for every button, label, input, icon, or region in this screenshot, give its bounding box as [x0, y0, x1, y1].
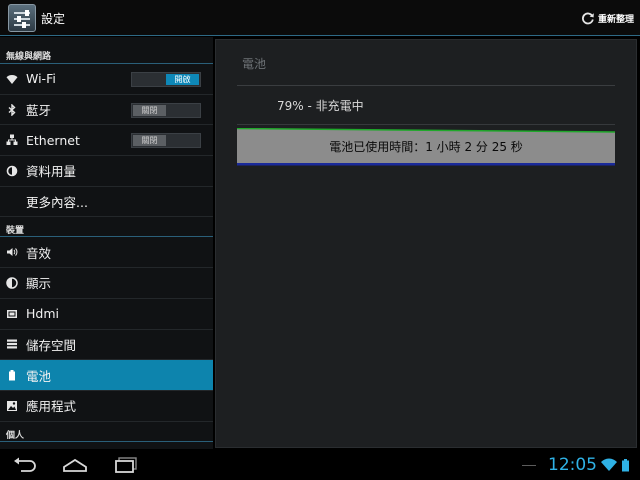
apps-icon: [6, 400, 18, 412]
settings-list[interactable]: 無線與網路 Wi-Fi 開啟 藍牙 關閉 Ethernet 關閉 資料用量 更多…: [0, 37, 213, 449]
sidebar-item-display[interactable]: 顯示: [0, 268, 213, 299]
action-bar: 設定 重新整理: [0, 0, 640, 36]
sidebar-item-storage[interactable]: 儲存空間: [0, 330, 213, 361]
sidebar-item-label: 應用程式: [26, 399, 77, 415]
ethernet-icon: [6, 134, 18, 146]
sidebar-item-data-usage[interactable]: 資料用量: [0, 156, 213, 187]
refresh-icon: [582, 12, 594, 25]
sidebar-item-more[interactable]: 更多內容...: [0, 187, 213, 218]
sidebar-item-bluetooth[interactable]: 藍牙 關閉: [0, 95, 213, 126]
wifi-signal-icon: [601, 458, 617, 471]
section-header-personal: 個人: [0, 422, 213, 442]
wifi-icon: [6, 73, 18, 85]
bluetooth-toggle[interactable]: 關閉: [131, 102, 201, 118]
sidebar-item-apps[interactable]: 應用程式: [0, 391, 213, 422]
status-divider: [237, 124, 615, 125]
sidebar-item-label: Wi-Fi: [26, 71, 56, 87]
sidebar-item-label: 儲存空間: [26, 337, 77, 353]
sidebar-item-sound[interactable]: 音效: [0, 237, 213, 269]
page-title: 電池: [242, 57, 267, 71]
sidebar-item-label: 藍牙: [26, 103, 52, 119]
back-icon[interactable]: [13, 456, 39, 474]
section-header-wireless: 無線與網路: [0, 37, 213, 64]
toggle-state: 開啟: [166, 74, 199, 85]
sidebar-item-label: 更多內容...: [26, 195, 88, 211]
storage-icon: [6, 338, 18, 350]
notification-dash: [522, 465, 536, 466]
sidebar-item-wifi[interactable]: Wi-Fi 開啟: [0, 64, 213, 95]
battery-usage-time: 電池已使用時間：1 小時 2 分 25 秒: [329, 140, 523, 154]
section-header-device: 裝置: [0, 217, 213, 238]
data-usage-icon: [6, 165, 18, 177]
navigation-bar: 12:05: [0, 449, 640, 480]
toggle-state: 關閉: [133, 104, 166, 116]
title-divider: [237, 85, 615, 86]
sidebar-item-label: 電池: [26, 368, 52, 384]
system-status-icons[interactable]: [600, 458, 634, 472]
sidebar-item-label: Hdmi: [26, 306, 59, 322]
wifi-toggle[interactable]: 開啟: [131, 72, 201, 87]
toggle-state: 關閉: [133, 135, 166, 147]
battery-status-icon: [622, 459, 629, 472]
battery-history-graph[interactable]: 電池已使用時間：1 小時 2 分 25 秒: [236, 127, 616, 166]
sidebar-item-label: 資料用量: [26, 164, 77, 180]
settings-app-icon[interactable]: [8, 4, 36, 32]
refresh-label: 重新整理: [597, 14, 634, 25]
battery-panel: 電池 79% - 非充電中 電池已使用時間：1 小時 2 分 25 秒: [215, 39, 637, 448]
sidebar-item-label: 音效: [26, 245, 52, 261]
home-icon[interactable]: [62, 456, 88, 474]
sound-icon: [6, 246, 18, 258]
sidebar-item-hdmi[interactable]: Hdmi: [0, 299, 213, 330]
bluetooth-icon: [6, 103, 18, 116]
sidebar-item-battery[interactable]: 電池: [0, 360, 213, 391]
ethernet-toggle[interactable]: 關閉: [131, 133, 201, 149]
settings-screen: 設定 重新整理 無線與網路 Wi-Fi 開啟 藍牙 關閉 Ethernet 關閉…: [0, 0, 640, 480]
status-clock[interactable]: 12:05: [548, 455, 597, 475]
sidebar-item-label: 顯示: [26, 276, 52, 292]
sidebar-item-ethernet[interactable]: Ethernet 關閉: [0, 125, 213, 157]
charging-indicator-bar: [237, 163, 615, 166]
recent-apps-icon[interactable]: [113, 456, 139, 474]
display-icon: [6, 277, 18, 289]
app-title: 設定: [41, 12, 66, 26]
hdmi-icon: [6, 308, 18, 320]
battery-status: 79% - 非充電中: [277, 99, 364, 113]
sidebar-item-label: Ethernet: [26, 132, 80, 148]
battery-icon: [6, 369, 18, 381]
refresh-button[interactable]: 重新整理: [581, 9, 634, 27]
